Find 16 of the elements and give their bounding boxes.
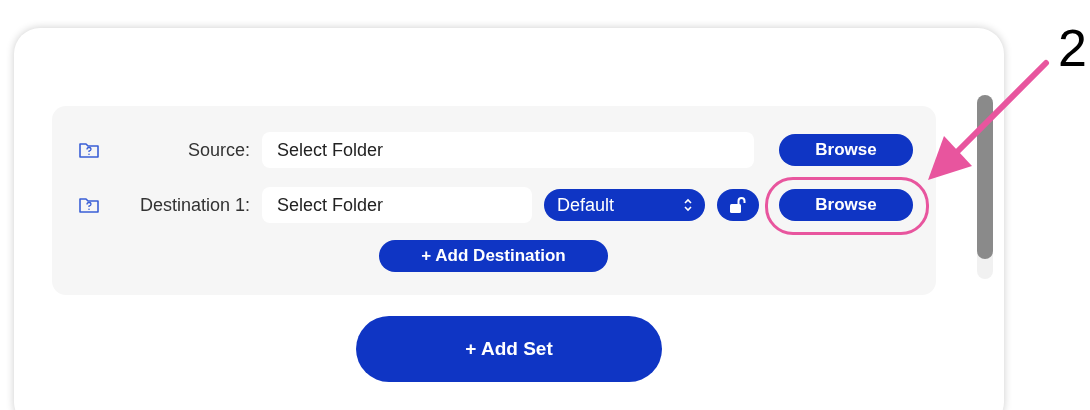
add-destination-button[interactable]: + Add Destination (379, 240, 608, 272)
folder-question-icon[interactable] (78, 141, 100, 159)
folder-question-icon[interactable] (78, 196, 100, 214)
browse-button[interactable]: Browse (779, 134, 913, 166)
folder-path-field[interactable]: Select Folder (262, 187, 532, 223)
folder-path-field[interactable]: Select Folder (262, 132, 754, 168)
lock-button[interactable] (717, 189, 759, 221)
field-label: Destination 1: (138, 194, 250, 216)
scrollbar[interactable] (977, 95, 993, 279)
callout-number: 2 (1058, 22, 1087, 74)
field-label: Source: (186, 139, 250, 161)
chevron-updown-icon (683, 197, 693, 213)
padlock-icon (728, 195, 748, 215)
add-set-button[interactable]: + Add Set (356, 316, 662, 382)
preset-dropdown[interactable]: Default (544, 189, 705, 221)
browse-button[interactable]: Browse (779, 189, 913, 221)
